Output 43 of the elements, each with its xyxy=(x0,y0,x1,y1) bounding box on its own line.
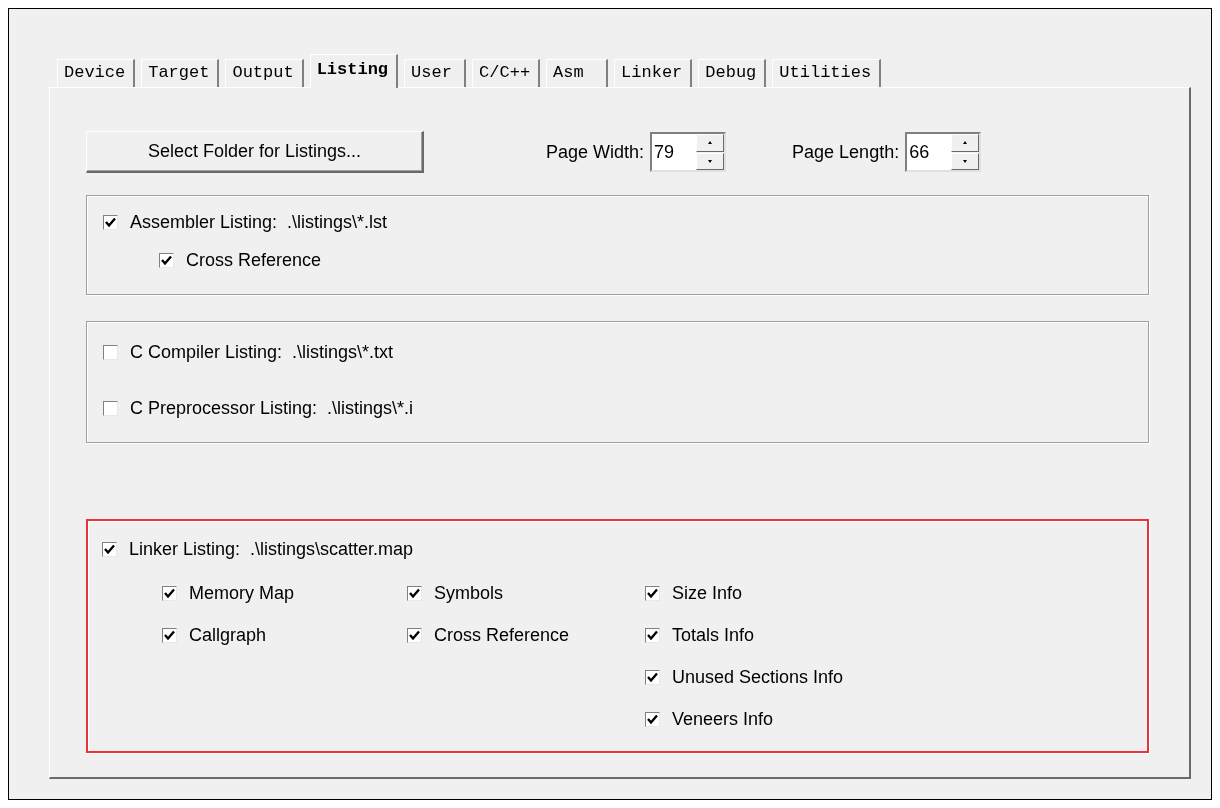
tab[interactable]: Device xyxy=(57,59,136,87)
checkbox[interactable] xyxy=(103,214,118,230)
tab[interactable]: C/C++ xyxy=(472,59,541,87)
tab[interactable]: Output xyxy=(225,59,304,87)
tab[interactable]: User xyxy=(404,59,467,87)
checkbox[interactable] xyxy=(103,344,118,360)
checkbox-option[interactable]: Assembler Listing: .\listings\*.lst xyxy=(103,208,1132,236)
tab[interactable]: Listing xyxy=(309,54,399,88)
checkbox[interactable] xyxy=(162,627,177,643)
checkbox-option[interactable]: C Compiler Listing: .\listings\*.txt xyxy=(103,338,1132,366)
tab[interactable]: Linker xyxy=(614,59,693,87)
page-length-label: Page Length: xyxy=(792,141,900,163)
checkbox-option[interactable]: C Preprocessor Listing: .\listings\*.i xyxy=(103,394,1132,422)
checkbox[interactable] xyxy=(645,627,660,643)
checkbox[interactable] xyxy=(103,400,118,416)
checkbox-option[interactable]: Cross Reference xyxy=(159,246,1132,274)
checkbox[interactable] xyxy=(407,627,422,643)
checkbox[interactable] xyxy=(645,585,660,601)
page-width-label: Page Width: xyxy=(546,141,645,163)
checkbox[interactable] xyxy=(407,585,422,601)
checkbox-option[interactable]: Cross Reference xyxy=(407,621,645,649)
tab[interactable]: Target xyxy=(141,59,220,87)
tab[interactable]: Asm xyxy=(546,59,609,87)
checkbox-option[interactable]: Callgraph xyxy=(162,621,407,649)
checkbox-option[interactable]: Totals Info xyxy=(645,621,890,649)
tab[interactable]: Debug xyxy=(698,59,767,87)
checkbox[interactable] xyxy=(162,585,177,601)
checkbox[interactable] xyxy=(102,541,117,557)
checkbox[interactable] xyxy=(159,252,174,268)
checkbox-option[interactable]: Size Info xyxy=(645,579,890,607)
page-width-spinner[interactable]: 79 xyxy=(650,132,727,172)
checkbox[interactable] xyxy=(645,669,660,685)
checkbox-option[interactable]: Memory Map xyxy=(162,579,407,607)
tab[interactable]: Utilities xyxy=(772,59,882,87)
checkbox-option[interactable]: Symbols xyxy=(407,579,645,607)
spin-arrows-icon[interactable] xyxy=(951,134,980,170)
checkbox-option[interactable]: Veneers Info xyxy=(645,705,890,733)
checkbox-option[interactable]: Linker Listing: .\listings\scatter.map xyxy=(102,535,1131,563)
checkbox[interactable] xyxy=(645,711,660,727)
checkbox-option[interactable]: Unused Sections Info xyxy=(645,663,890,691)
select-folder-button[interactable]: Select Folder for Listings... xyxy=(86,131,424,173)
spin-arrows-icon[interactable] xyxy=(696,134,725,170)
page-length-spinner[interactable]: 66 xyxy=(905,132,982,172)
